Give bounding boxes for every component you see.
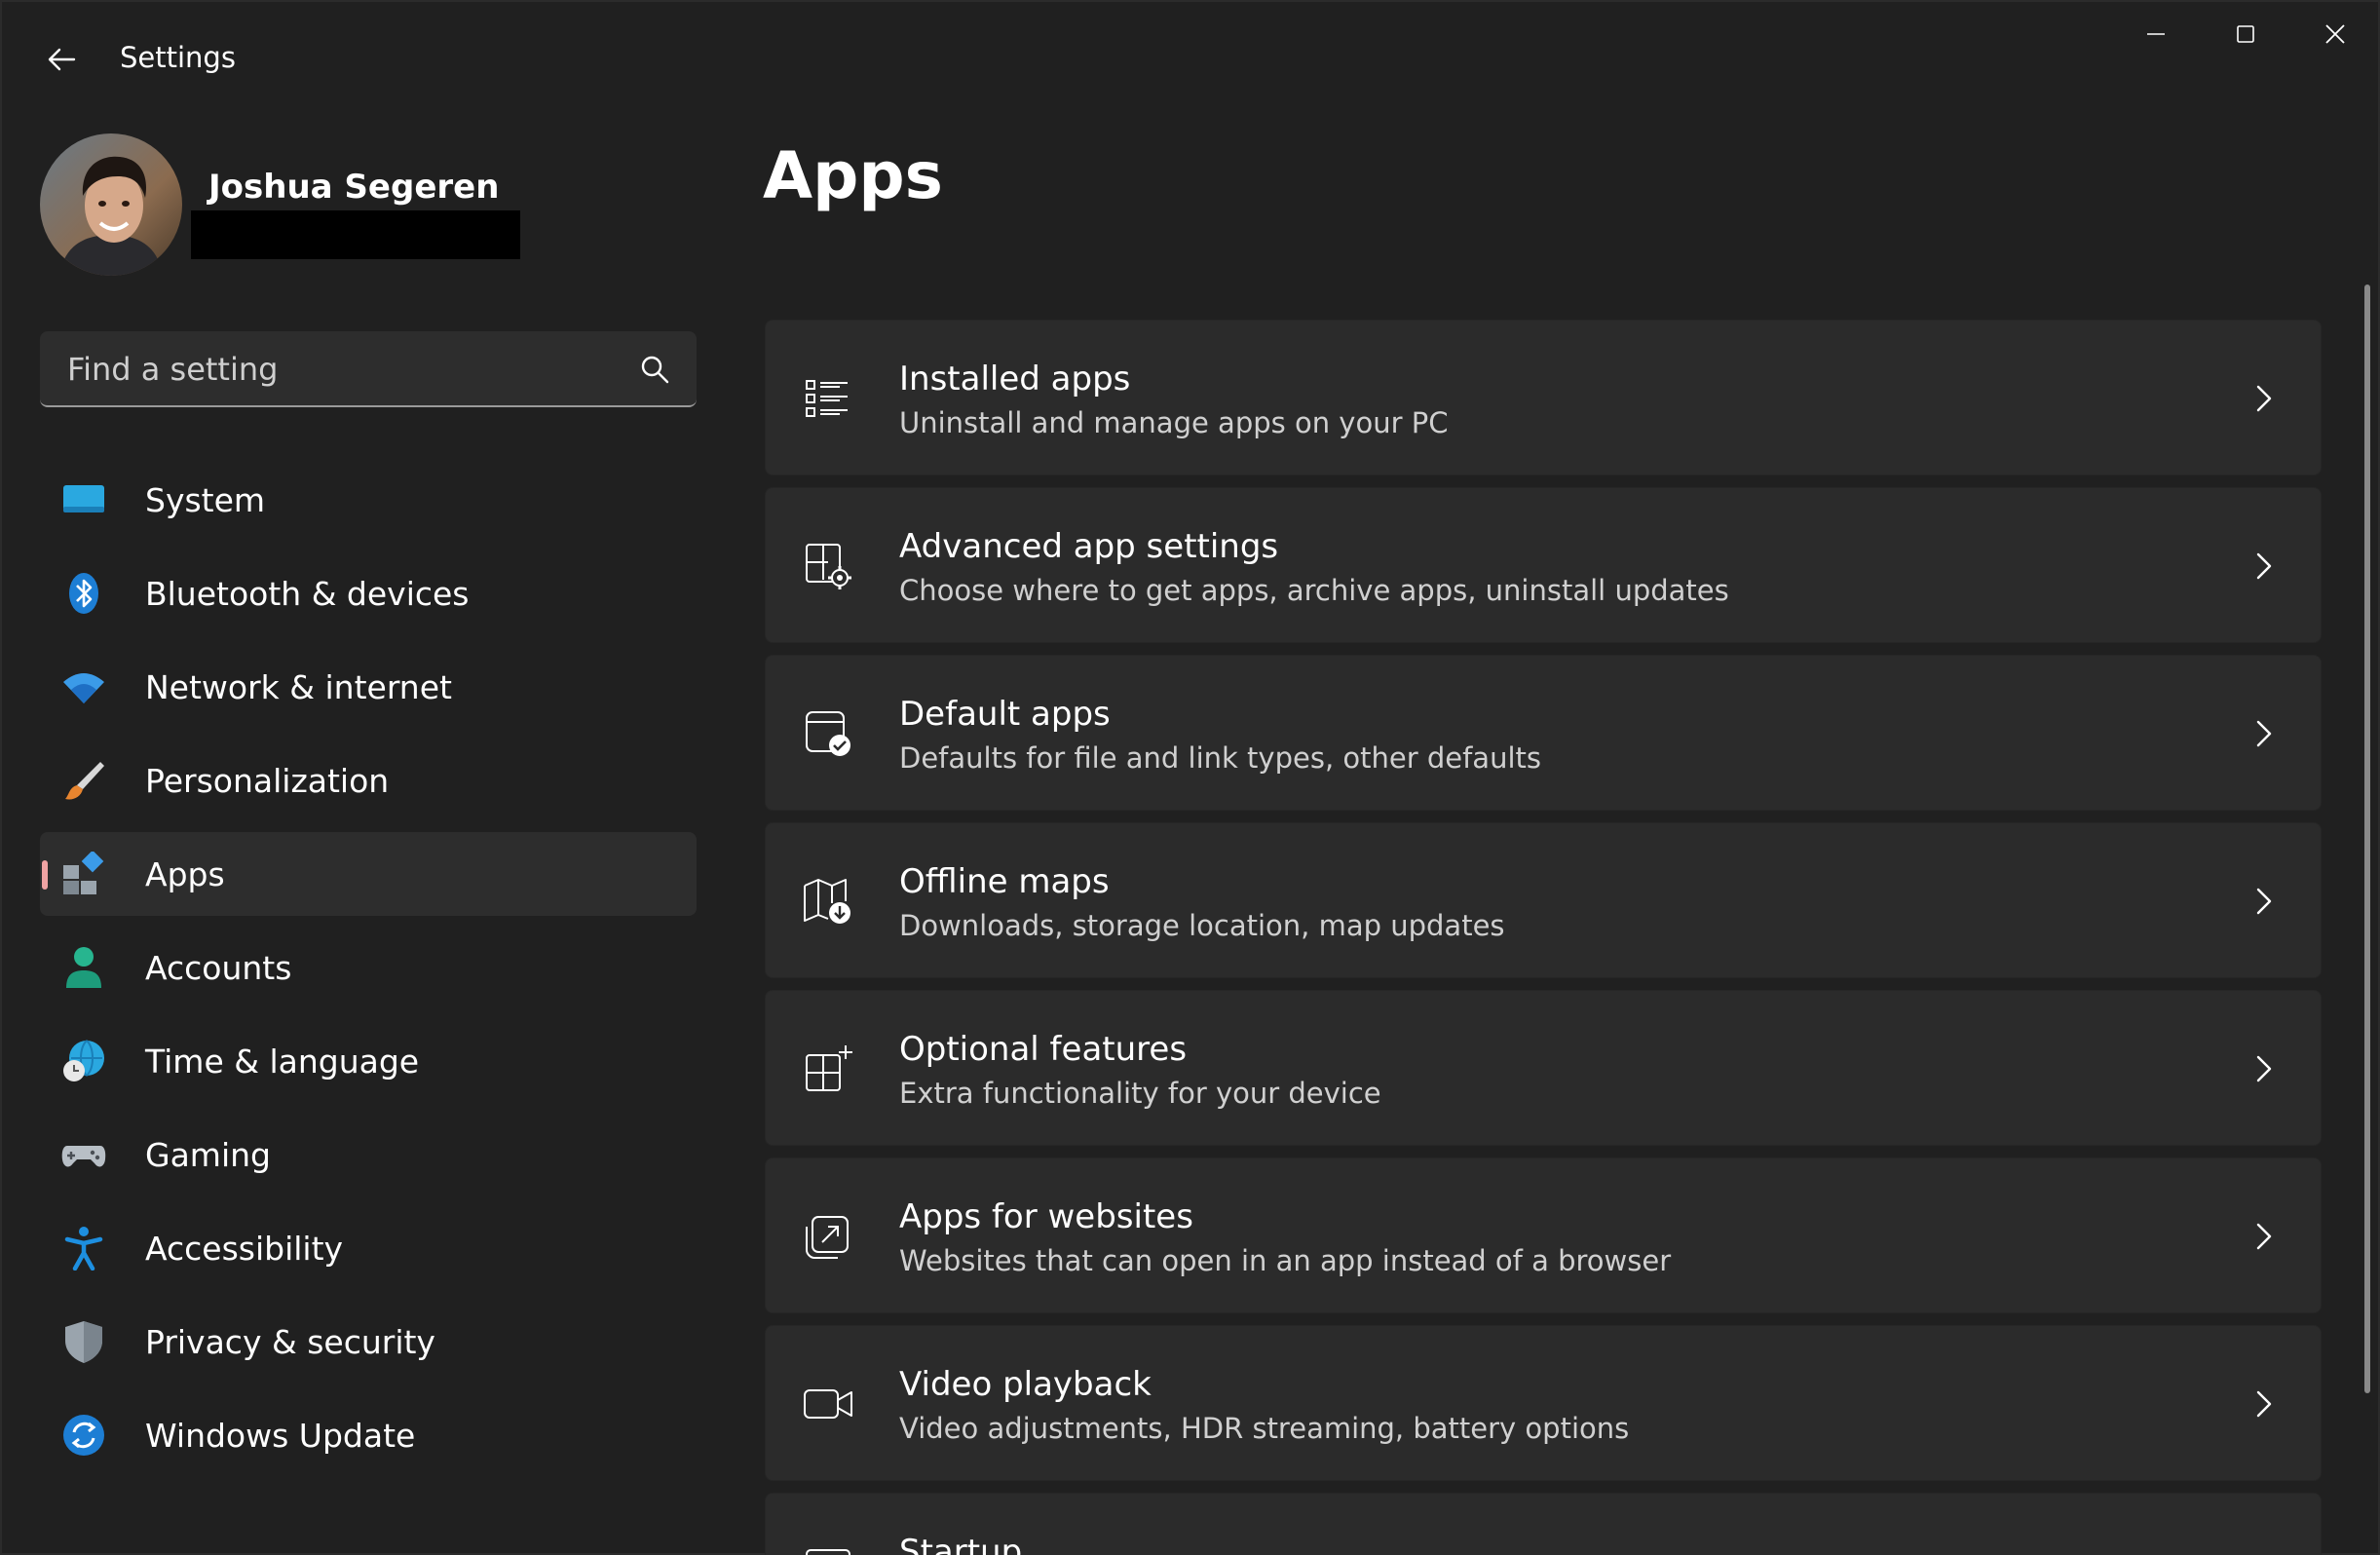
- card-video-playback[interactable]: Video playback Video adjustments, HDR st…: [765, 1325, 2322, 1481]
- startup-icon: [806, 1549, 850, 1555]
- card-title: Advanced app settings: [899, 527, 1279, 566]
- card-title: Default apps: [899, 695, 1111, 734]
- chevron-right-icon: [2256, 1390, 2272, 1418]
- gamepad-icon: [61, 1132, 106, 1177]
- sidebar-item-system[interactable]: System: [40, 458, 697, 542]
- arrow-left-icon: [48, 48, 76, 71]
- back-button[interactable]: [31, 29, 92, 90]
- sidebar-item-label: Windows Update: [145, 1417, 416, 1455]
- sidebar-item-accounts[interactable]: Accounts: [40, 926, 697, 1009]
- chevron-right-icon: [2256, 552, 2272, 580]
- sidebar-item-windows-update[interactable]: Windows Update: [40, 1393, 697, 1477]
- app-settings-icon: [806, 544, 851, 589]
- card-subtitle: Choose where to get apps, archive apps, …: [899, 574, 1729, 607]
- add-grid-icon: [806, 1045, 852, 1091]
- user-name: Joshua Segeren: [208, 168, 500, 207]
- sidebar-item-label: System: [145, 481, 266, 519]
- avatar[interactable]: [40, 133, 182, 276]
- settings-card-list: Installed apps Uninstall and manage apps…: [765, 320, 2322, 1555]
- maximize-icon: [2237, 25, 2254, 43]
- sidebar-item-label: Gaming: [145, 1136, 271, 1174]
- chevron-right-icon: [2256, 1055, 2272, 1082]
- system-icon: [61, 477, 106, 522]
- card-subtitle: Uninstall and manage apps on your PC: [899, 406, 1449, 439]
- person-icon: [61, 945, 106, 990]
- card-title: Installed apps: [899, 360, 1131, 398]
- chevron-right-icon: [2256, 385, 2272, 412]
- map-download-icon: [804, 879, 850, 924]
- bluetooth-icon: [61, 571, 106, 616]
- card-offline-maps[interactable]: Offline maps Downloads, storage location…: [765, 822, 2322, 978]
- search-input[interactable]: [67, 349, 613, 390]
- sidebar-item-personalization[interactable]: Personalization: [40, 739, 697, 822]
- card-startup[interactable]: Startup: [765, 1493, 2322, 1555]
- search-icon[interactable]: [638, 353, 671, 386]
- shield-icon: [61, 1319, 106, 1364]
- minimize-button[interactable]: [2111, 2, 2201, 66]
- open-external-icon: [806, 1216, 849, 1259]
- sidebar-item-time-language[interactable]: Time & language: [40, 1019, 697, 1103]
- card-subtitle: Websites that can open in an app instead…: [899, 1244, 1672, 1277]
- sidebar-item-privacy[interactable]: Privacy & security: [40, 1300, 697, 1384]
- card-advanced-app-settings[interactable]: Advanced app settings Choose where to ge…: [765, 487, 2322, 643]
- chevron-right-icon: [2256, 720, 2272, 747]
- title-bar: Settings: [2, 2, 2378, 119]
- sidebar-item-label: Privacy & security: [145, 1323, 435, 1361]
- wifi-icon: [61, 664, 106, 709]
- apps-icon: [61, 852, 106, 896]
- default-apps-icon: [806, 711, 850, 756]
- search-box[interactable]: [40, 331, 697, 407]
- sidebar-item-label: Accessibility: [145, 1230, 344, 1268]
- close-icon: [2325, 24, 2345, 44]
- accessibility-icon: [61, 1226, 106, 1271]
- sidebar-item-label: Personalization: [145, 762, 390, 800]
- update-icon: [61, 1413, 106, 1458]
- sidebar-item-label: Bluetooth & devices: [145, 575, 470, 613]
- sidebar-item-label: Time & language: [145, 1043, 420, 1081]
- card-installed-apps[interactable]: Installed apps Uninstall and manage apps…: [765, 320, 2322, 475]
- sidebar-item-label: Network & internet: [145, 668, 452, 706]
- sidebar-item-label: Accounts: [145, 949, 292, 987]
- chevron-right-icon: [2256, 1223, 2272, 1250]
- sidebar-item-label: Apps: [145, 855, 225, 893]
- chevron-right-icon: [2256, 888, 2272, 915]
- globe-clock-icon: [61, 1039, 106, 1083]
- card-default-apps[interactable]: Default apps Defaults for file and link …: [765, 655, 2322, 811]
- scrollbar[interactable]: [2364, 284, 2370, 1393]
- close-button[interactable]: [2290, 2, 2380, 66]
- maximize-button[interactable]: [2201, 2, 2290, 66]
- card-subtitle: Downloads, storage location, map updates: [899, 909, 1505, 942]
- card-title: Optional features: [899, 1030, 1188, 1069]
- list-icon: [806, 380, 848, 417]
- brush-icon: [61, 758, 106, 803]
- card-title: Offline maps: [899, 862, 1110, 901]
- minimize-icon: [2147, 33, 2165, 35]
- card-subtitle: Defaults for file and link types, other …: [899, 741, 1541, 775]
- redacted-email: [191, 210, 520, 259]
- app-title: Settings: [120, 41, 236, 74]
- video-icon: [804, 1389, 852, 1419]
- page-title: Apps: [763, 138, 943, 213]
- sidebar-item-network[interactable]: Network & internet: [40, 645, 697, 729]
- sidebar-item-gaming[interactable]: Gaming: [40, 1113, 697, 1196]
- card-title: Video playback: [899, 1365, 1152, 1404]
- card-title: Apps for websites: [899, 1197, 1193, 1236]
- sidebar-nav: System Bluetooth & devices Network & int…: [40, 458, 697, 1487]
- card-title: Startup: [899, 1533, 1023, 1555]
- selection-indicator: [42, 860, 48, 890]
- card-subtitle: Video adjustments, HDR streaming, batter…: [899, 1412, 1630, 1445]
- sidebar-item-apps[interactable]: Apps: [40, 832, 697, 916]
- card-optional-features[interactable]: Optional features Extra functionality fo…: [765, 990, 2322, 1146]
- card-subtitle: Extra functionality for your device: [899, 1077, 1381, 1110]
- sidebar-item-accessibility[interactable]: Accessibility: [40, 1206, 697, 1290]
- settings-window: Settings Joshua Segeren Find a setting S…: [0, 0, 2380, 1555]
- sidebar-item-bluetooth[interactable]: Bluetooth & devices: [40, 551, 697, 635]
- card-apps-for-websites[interactable]: Apps for websites Websites that can open…: [765, 1157, 2322, 1313]
